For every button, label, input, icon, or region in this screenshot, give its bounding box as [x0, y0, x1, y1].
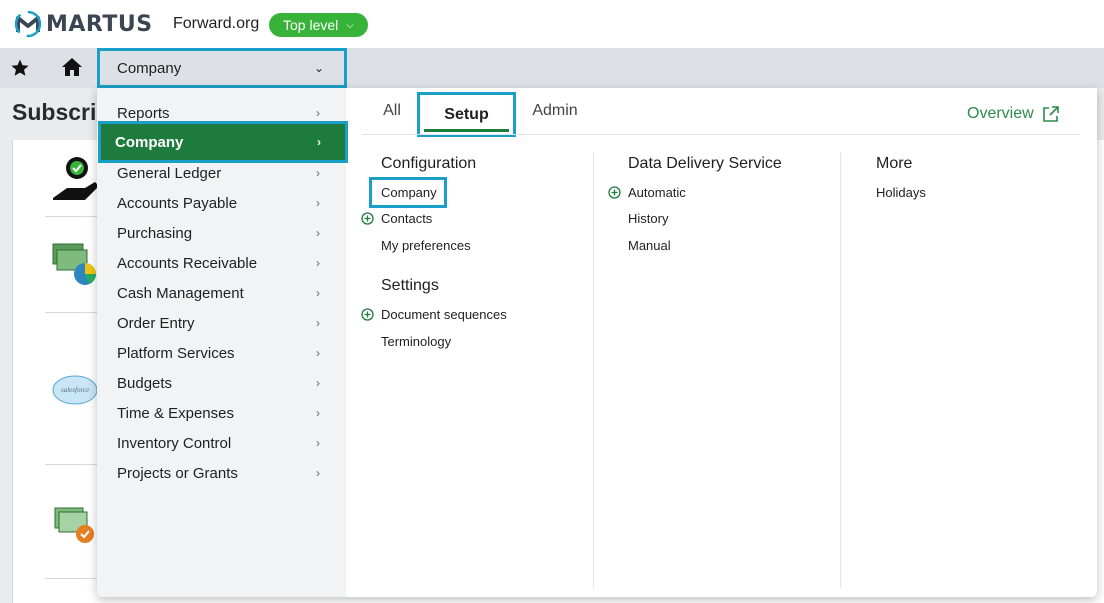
- menu-item-accounts-payable[interactable]: Accounts Payable ›: [97, 188, 346, 218]
- chevron-right-icon: ›: [316, 346, 320, 360]
- chevron-right-icon: ›: [316, 166, 320, 180]
- menu-item-label: Order Entry: [117, 314, 195, 332]
- menu-item-label: Reports: [117, 104, 170, 122]
- chevron-right-icon: ›: [316, 316, 320, 330]
- chevron-right-icon: ›: [316, 106, 320, 120]
- automatic-link[interactable]: Automatic: [628, 185, 686, 200]
- menu-item-purchasing[interactable]: Purchasing ›: [97, 218, 346, 248]
- menu-item-label: Company: [115, 133, 184, 151]
- martus-logo[interactable]: MARTUS: [14, 10, 153, 38]
- external-link-icon: [1042, 106, 1059, 122]
- chevron-down-icon: ⌵: [346, 19, 354, 31]
- menu-item-label: Budgets: [117, 374, 173, 392]
- column-divider: [593, 152, 594, 588]
- menu-item-projects-grants[interactable]: Projects or Grants ›: [97, 458, 346, 488]
- menu-item-label: General Ledger: [117, 164, 222, 182]
- menu-item-label: Accounts Payable: [117, 194, 238, 212]
- menu-item-label: Accounts Receivable: [117, 254, 258, 272]
- tab-label: Admin: [532, 102, 578, 119]
- data-delivery-service-heading: Data Delivery Service: [628, 155, 782, 172]
- add-automatic-icon[interactable]: [608, 186, 621, 199]
- menu-item-label: Time & Expenses: [117, 404, 234, 422]
- tab-setup[interactable]: Setup: [417, 92, 516, 137]
- menu-item-accounts-receivable[interactable]: Accounts Receivable ›: [97, 248, 346, 278]
- star-icon[interactable]: [10, 58, 30, 78]
- column-divider: [840, 152, 841, 588]
- chevron-right-icon: ›: [316, 436, 320, 450]
- company-nav-dropdown[interactable]: Company ⌄: [97, 48, 347, 88]
- active-tab-indicator: [424, 129, 509, 132]
- settings-heading: Settings: [381, 277, 439, 294]
- menu-item-order-entry[interactable]: Order Entry ›: [97, 308, 346, 338]
- configuration-heading: Configuration: [381, 155, 477, 172]
- menu-item-label: Projects or Grants: [117, 464, 238, 482]
- menu-item-inventory-control[interactable]: Inventory Control ›: [97, 428, 346, 458]
- chevron-right-icon: ›: [316, 406, 320, 420]
- history-link[interactable]: History: [628, 211, 668, 226]
- more-heading: More: [876, 155, 913, 172]
- menu-item-label: Platform Services: [117, 344, 235, 362]
- svg-text:salesforce: salesforce: [61, 386, 89, 394]
- chevron-right-icon: ›: [316, 466, 320, 480]
- tab-admin[interactable]: Admin: [527, 88, 583, 134]
- chevron-right-icon: ›: [317, 135, 321, 149]
- tab-label: All: [383, 102, 401, 119]
- tabs-divider: [362, 134, 1080, 135]
- menu-item-platform-services[interactable]: Platform Services ›: [97, 338, 346, 368]
- add-document-sequence-icon[interactable]: [361, 308, 374, 321]
- chevron-right-icon: ›: [316, 286, 320, 300]
- menu-item-time-expenses[interactable]: Time & Expenses ›: [97, 398, 346, 428]
- terminology-link[interactable]: Terminology: [381, 334, 451, 349]
- overview-link[interactable]: Overview: [967, 105, 1060, 123]
- company-menu-panel: Reports › Company › General Ledger › Acc…: [97, 88, 1097, 597]
- logo-text: MARTUS: [46, 11, 153, 37]
- page-title: Subscri: [12, 99, 97, 125]
- level-selector[interactable]: Top level ⌵: [269, 13, 368, 37]
- menu-item-label: Cash Management: [117, 284, 244, 302]
- my-preferences-link[interactable]: My preferences: [381, 238, 471, 253]
- overview-label: Overview: [967, 105, 1034, 122]
- company-nav-label: Company: [117, 59, 182, 77]
- contacts-link[interactable]: Contacts: [381, 211, 432, 226]
- tab-label: Setup: [444, 105, 489, 123]
- holidays-link[interactable]: Holidays: [876, 185, 926, 200]
- top-header: MARTUS Forward.org Top level ⌵: [0, 0, 1104, 48]
- menu-item-company[interactable]: Company ›: [98, 121, 348, 163]
- level-label: Top level: [283, 17, 339, 33]
- chevron-right-icon: ›: [316, 256, 320, 270]
- tab-all[interactable]: All: [372, 88, 412, 134]
- menu-item-budgets[interactable]: Budgets ›: [97, 368, 346, 398]
- approved-money-icon: [54, 507, 94, 543]
- home-icon[interactable]: [61, 56, 83, 78]
- menu-item-cash-management[interactable]: Cash Management ›: [97, 278, 346, 308]
- menu-item-general-ledger[interactable]: General Ledger ›: [97, 158, 346, 188]
- menu-item-label: Purchasing: [117, 224, 193, 242]
- add-contact-icon[interactable]: [361, 212, 374, 225]
- organization-name: Forward.org: [173, 15, 260, 32]
- menu-item-label: Inventory Control: [117, 434, 232, 452]
- company-link[interactable]: Company: [381, 185, 437, 200]
- menu-category-list: Reports › Company › General Ledger › Acc…: [97, 88, 348, 597]
- chevron-right-icon: ›: [316, 376, 320, 390]
- document-sequences-link[interactable]: Document sequences: [381, 307, 507, 322]
- martus-logo-icon: [14, 10, 42, 38]
- manual-link[interactable]: Manual: [628, 238, 671, 253]
- money-chart-icon: [52, 243, 96, 285]
- chevron-right-icon: ›: [316, 226, 320, 240]
- chevron-down-icon: ⌄: [313, 61, 324, 75]
- salesforce-cloud-icon: salesforce: [52, 375, 98, 405]
- chevron-right-icon: ›: [316, 196, 320, 210]
